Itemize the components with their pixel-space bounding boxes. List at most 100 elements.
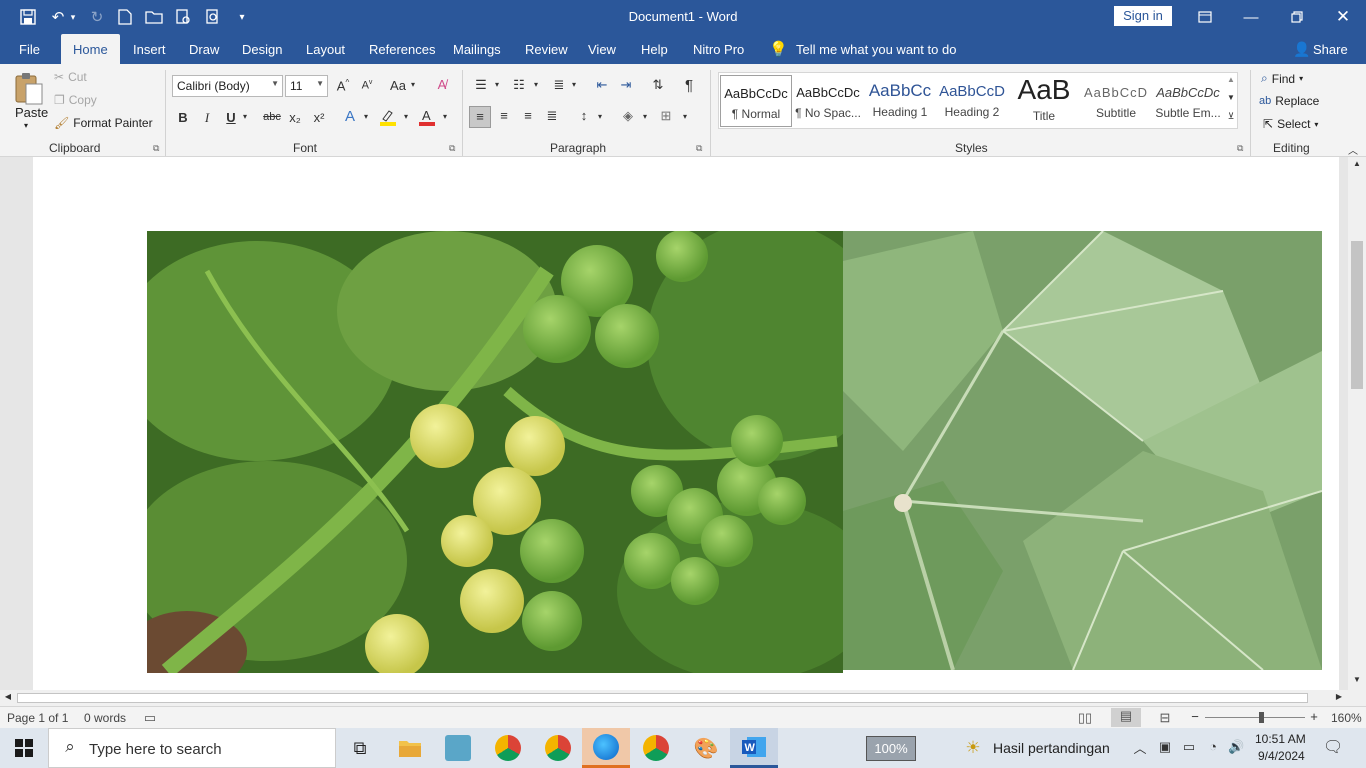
paste-button[interactable]: Paste	[15, 105, 48, 120]
notifications-icon[interactable]: 🗨	[1323, 737, 1343, 757]
borders-icon[interactable]: ⊞	[657, 108, 675, 124]
wifi-icon[interactable]: ◔	[1205, 739, 1221, 754]
increase-indent-icon[interactable]: ⇥	[617, 77, 635, 93]
select-button[interactable]: ⇱ Select ▾	[1263, 117, 1318, 131]
tell-me-search[interactable]: Tell me what you want to do	[796, 42, 956, 57]
horizontal-scrollbar[interactable]: ◀ ▶	[0, 690, 1366, 706]
word-app-icon[interactable]: W	[730, 728, 778, 768]
tab-mailings[interactable]: Mailings	[453, 42, 501, 57]
scroll-left-icon[interactable]: ◀	[3, 692, 13, 701]
chrome-profile-icon[interactable]	[632, 728, 680, 768]
italic-button[interactable]: I	[200, 110, 214, 126]
task-view-icon[interactable]: ⧉	[336, 728, 384, 768]
news-ticker[interactable]: Hasil pertandingan	[993, 740, 1110, 756]
tab-review[interactable]: Review	[525, 42, 568, 57]
change-case-button[interactable]: Aa	[388, 78, 408, 93]
scroll-up-icon[interactable]: ▲	[1351, 159, 1363, 168]
page-count[interactable]: Page 1 of 1	[7, 711, 68, 725]
paint-icon[interactable]: 🎨	[682, 728, 730, 768]
align-right-icon[interactable]: ≡	[519, 108, 537, 123]
chrome-profile-icon[interactable]	[534, 728, 582, 768]
paragraph-launcher-icon[interactable]: ⧉	[696, 143, 702, 154]
strikethrough-button[interactable]: abc	[261, 111, 283, 123]
read-mode-icon[interactable]: ▯▯	[1077, 710, 1093, 726]
ribbon-display-options-icon[interactable]	[1182, 0, 1228, 34]
styles-launcher-icon[interactable]: ⧉	[1237, 143, 1243, 154]
tab-view[interactable]: View	[588, 42, 616, 57]
hscroll-thumb[interactable]	[17, 693, 1308, 703]
highlight-dropdown-icon[interactable]: ▾	[401, 112, 411, 121]
font-size-combo[interactable]: 11 ▼	[285, 75, 328, 97]
style-normal[interactable]: AaBbCcDc ¶ Normal	[720, 75, 792, 127]
scroll-thumb[interactable]	[1351, 241, 1363, 389]
scroll-down-icon[interactable]: ▼	[1351, 675, 1363, 684]
windows-start-icon[interactable]	[0, 728, 48, 768]
styles-more-icon[interactable]: ⊻	[1225, 111, 1237, 122]
vertical-scrollbar[interactable]: ▲ ▼	[1348, 157, 1366, 690]
font-launcher-icon[interactable]: ⧉	[449, 143, 455, 154]
zoom-slider-thumb[interactable]	[1259, 712, 1264, 723]
style-heading-1[interactable]: AaBbCc Heading 1	[864, 75, 936, 127]
numbering-dropdown-icon[interactable]: ▾	[531, 80, 541, 89]
zoom-out-icon[interactable]: −	[1189, 709, 1201, 724]
paste-icon[interactable]	[12, 70, 46, 106]
tab-draw[interactable]: Draw	[189, 42, 219, 57]
battery-indicator[interactable]: 100%	[866, 736, 916, 761]
change-case-dropdown-icon[interactable]: ▾	[408, 80, 418, 89]
style-heading-2[interactable]: AaBbCcD Heading 2	[936, 75, 1008, 127]
tab-layout[interactable]: Layout	[306, 42, 345, 57]
clipboard-launcher-icon[interactable]: ⧉	[153, 143, 159, 154]
text-effects-dropdown-icon[interactable]: ▾	[361, 112, 371, 121]
align-center-icon[interactable]: ≡	[495, 108, 513, 123]
show-formatting-marks-icon[interactable]: ¶	[680, 77, 698, 94]
style-no-spacing[interactable]: AaBbCcDc ¶ No Spac...	[792, 75, 864, 127]
volume-icon[interactable]: 🔊	[1228, 739, 1244, 755]
news-weather-icon[interactable]: ☀	[962, 738, 984, 758]
proofing-icon[interactable]: ▭	[143, 710, 157, 726]
shading-icon[interactable]: ◈	[619, 108, 637, 124]
font-color-icon[interactable]: A	[418, 108, 436, 129]
scroll-right-icon[interactable]: ▶	[1334, 692, 1344, 701]
styles-scroll-down-icon[interactable]: ▼	[1225, 93, 1237, 102]
battery-icon[interactable]: ▭	[1181, 739, 1197, 755]
close-icon[interactable]: ✕	[1320, 0, 1366, 34]
find-button[interactable]: ⌕ Find ▾	[1261, 71, 1303, 86]
zoom-in-icon[interactable]: +	[1308, 709, 1320, 724]
borders-dropdown-icon[interactable]: ▾	[680, 112, 690, 121]
multilevel-dropdown-icon[interactable]: ▾	[569, 80, 579, 89]
align-left-icon[interactable]: ≡	[469, 106, 491, 128]
tab-nitro-pro[interactable]: Nitro Pro	[693, 42, 744, 57]
document-page[interactable]	[33, 157, 1339, 690]
sort-icon[interactable]: ⇅	[649, 77, 667, 93]
line-spacing-icon[interactable]: ↕	[575, 108, 593, 123]
minimize-icon[interactable]: —	[1228, 0, 1274, 34]
styles-scroll-up-icon[interactable]: ▲	[1225, 75, 1237, 84]
tab-design[interactable]: Design	[242, 42, 282, 57]
copy-button[interactable]: ❐ Copy	[54, 93, 97, 107]
multilevel-list-icon[interactable]: ≣	[550, 77, 568, 93]
chrome-profile-icon[interactable]	[484, 728, 532, 768]
zoom-slider[interactable]	[1205, 717, 1305, 718]
format-painter-button[interactable]: 🖌 Format Painter	[54, 116, 153, 130]
clock-time[interactable]: 10:51 AM	[1255, 732, 1306, 746]
share-person-icon[interactable]: 👤	[1293, 41, 1310, 58]
zoom-level[interactable]: 160%	[1331, 711, 1362, 725]
shading-dropdown-icon[interactable]: ▾	[640, 112, 650, 121]
justify-icon[interactable]: ≣	[543, 108, 561, 124]
tab-help[interactable]: Help	[641, 42, 668, 57]
font-name-combo[interactable]: Calibri (Body) ▼	[172, 75, 283, 97]
cut-button[interactable]: ✂ Cut	[54, 70, 87, 84]
sign-in-button[interactable]: Sign in	[1114, 6, 1172, 26]
share-button[interactable]: Share	[1313, 42, 1348, 57]
shrink-font-icon[interactable]: Av	[359, 79, 375, 92]
font-color-dropdown-icon[interactable]: ▾	[440, 112, 450, 121]
style-subtitle[interactable]: AaBbCcD Subtitle	[1080, 75, 1152, 127]
highlight-icon[interactable]	[379, 108, 397, 129]
show-hidden-icons-icon[interactable]: ︿	[1133, 738, 1147, 757]
word-count[interactable]: 0 words	[84, 711, 126, 725]
underline-dropdown-icon[interactable]: ▾	[240, 112, 250, 121]
jatropha-leaves-photo[interactable]	[843, 231, 1322, 670]
bold-button[interactable]: B	[176, 110, 190, 125]
print-layout-icon[interactable]: ▤	[1111, 708, 1141, 727]
bullets-icon[interactable]: ☰	[472, 77, 490, 93]
